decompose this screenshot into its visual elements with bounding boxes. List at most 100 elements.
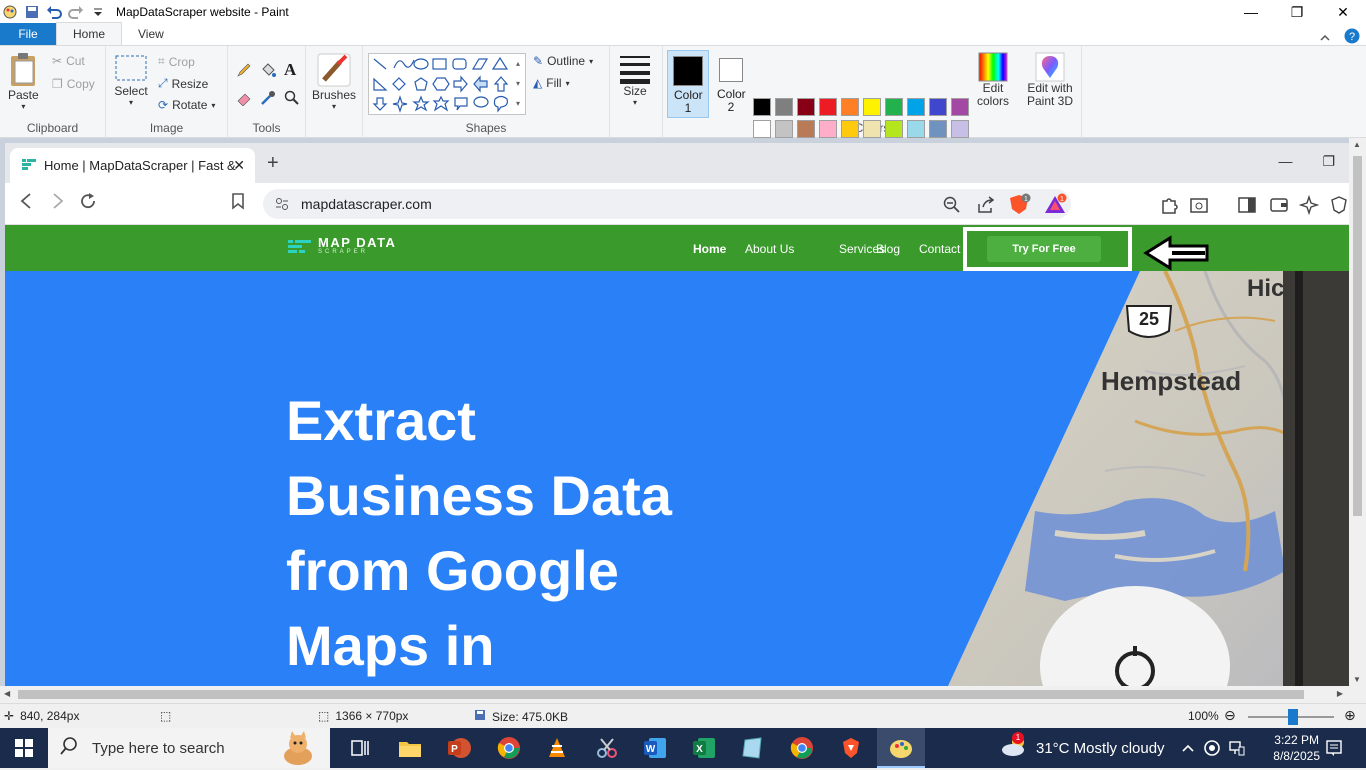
minimize-button[interactable]: — (1228, 0, 1274, 24)
brave-browser-icon[interactable] (837, 734, 865, 762)
vertical-scrollbar[interactable]: ▲ ▼ (1349, 138, 1366, 686)
network-icon[interactable] (1222, 734, 1250, 762)
site-settings-icon[interactable] (275, 197, 289, 214)
taskbar-search-box[interactable]: Type here to search (48, 728, 330, 768)
chrome-profile-icon[interactable] (788, 734, 816, 762)
vlc-icon[interactable] (543, 734, 571, 762)
brushes-button[interactable]: Brushes ▾ (312, 52, 356, 111)
fill-bucket-icon[interactable] (260, 62, 276, 81)
wallet-icon[interactable] (1269, 195, 1289, 218)
nav-blog[interactable]: Blog (876, 242, 900, 256)
excel-icon[interactable]: X (690, 734, 718, 762)
palette-swatch[interactable] (863, 98, 881, 116)
scroll-left-icon[interactable]: ◀ (4, 689, 10, 698)
notification-center-icon[interactable] (1320, 734, 1348, 762)
palette-swatch[interactable] (885, 120, 903, 138)
palette-swatch[interactable] (775, 120, 793, 138)
vertical-scroll-thumb[interactable] (1353, 156, 1362, 516)
chrome-icon[interactable] (495, 734, 523, 762)
palette-swatch[interactable] (753, 120, 771, 138)
text-tool-icon[interactable]: A (284, 60, 296, 80)
file-explorer-icon[interactable] (396, 734, 424, 762)
palette-swatch[interactable] (951, 120, 969, 138)
browser-restore-icon[interactable]: ❐ (1322, 153, 1335, 170)
pencil-icon[interactable] (236, 62, 252, 81)
nav-contact[interactable]: Contact (919, 242, 960, 256)
drawing-canvas[interactable]: Home | MapDataScraper | Fast & ✕ + — ❐ m… (5, 143, 1349, 686)
scroll-down-icon[interactable]: ▼ (1353, 675, 1361, 684)
new-tab-icon[interactable]: + (267, 152, 279, 175)
sidebar-icon[interactable] (1237, 195, 1257, 218)
brave-rewards-icon[interactable]: 1 (1043, 193, 1067, 218)
size-button[interactable]: Size ▾ (618, 54, 652, 107)
edit-colors-button[interactable]: Edit colors (975, 52, 1011, 108)
magnifier-icon[interactable] (284, 90, 300, 109)
color-picker-icon[interactable] (260, 90, 276, 109)
extensions-icon[interactable] (1159, 195, 1179, 218)
horizontal-scrollbar[interactable]: ◀ ▶ (0, 686, 1349, 703)
address-bar[interactable]: mapdatascraper.com 1 1 (263, 189, 1071, 219)
palette-swatch[interactable] (841, 98, 859, 116)
tab-file[interactable]: File (0, 23, 56, 45)
color2-button[interactable]: Color 2 (711, 50, 751, 118)
browser-minimize-icon[interactable]: — (1278, 153, 1292, 170)
share-icon[interactable] (977, 196, 995, 217)
tab-close-icon[interactable]: ✕ (233, 157, 245, 174)
zoom-slider-thumb[interactable] (1288, 709, 1298, 725)
shapes-gallery[interactable] (368, 53, 526, 115)
save-icon[interactable] (24, 4, 40, 20)
edit-with-paint3d-button[interactable]: Edit with Paint 3D (1024, 52, 1076, 108)
cut-button[interactable]: ✂ Cut (52, 54, 85, 68)
notes-app-icon[interactable] (739, 734, 767, 762)
palette-swatch[interactable] (753, 98, 771, 116)
zoom-in-button[interactable]: ⊕ (1344, 707, 1356, 724)
browser-tab[interactable]: Home | MapDataScraper | Fast & ✕ (10, 148, 255, 183)
rotate-button[interactable]: ⟳ Rotate ▾ (158, 98, 215, 112)
scroll-up-icon[interactable]: ▲ (1353, 140, 1361, 149)
forward-icon[interactable] (51, 192, 65, 216)
palette-swatch[interactable] (907, 120, 925, 138)
tab-home[interactable]: Home (56, 22, 123, 45)
screenshot-icon[interactable] (1189, 195, 1209, 218)
back-icon[interactable] (19, 192, 33, 216)
snipping-tool-icon[interactable] (593, 734, 621, 762)
eraser-icon[interactable] (236, 90, 252, 109)
palette-swatch[interactable] (819, 120, 837, 138)
palette-swatch[interactable] (951, 98, 969, 116)
brave-shields-icon[interactable]: 1 (1007, 193, 1031, 218)
try-for-free-button[interactable]: Try For Free (987, 236, 1101, 262)
scroll-right-icon[interactable]: ▶ (1337, 689, 1343, 698)
word-icon[interactable]: W (641, 734, 669, 762)
collapse-ribbon-icon[interactable] (1320, 31, 1330, 45)
maximize-button[interactable]: ❐ (1274, 0, 1320, 24)
palette-swatch[interactable] (885, 98, 903, 116)
palette-swatch[interactable] (797, 98, 815, 116)
zoom-out-icon[interactable] (943, 196, 961, 217)
palette-swatch[interactable] (929, 120, 947, 138)
paint-app-icon[interactable] (2, 4, 18, 20)
palette-swatch[interactable] (907, 98, 925, 116)
color1-button[interactable]: Color 1 (667, 50, 709, 118)
leo-ai-icon[interactable] (1298, 194, 1320, 218)
paste-button[interactable]: Paste ▾ (8, 52, 39, 111)
redo-icon[interactable] (68, 4, 84, 20)
zoom-out-button[interactable]: ⊖ (1224, 707, 1236, 724)
tab-view[interactable]: View (122, 23, 180, 45)
palette-swatch[interactable] (929, 98, 947, 116)
outline-button[interactable]: ✎ Outline ▾ (533, 54, 593, 68)
palette-swatch[interactable] (863, 120, 881, 138)
vpn-icon[interactable] (1329, 195, 1349, 218)
reload-icon[interactable] (79, 192, 97, 216)
undo-icon[interactable] (46, 4, 62, 20)
shapes-scroll-icon[interactable]: ▴ ▾ ▾ (516, 54, 520, 114)
taskbar-clock[interactable]: 3:22 PM 8/8/2025 (1273, 732, 1320, 764)
weather-widget[interactable]: 1 31°C Mostly cloudy (1000, 728, 1165, 768)
bookmark-icon[interactable] (231, 192, 245, 216)
crop-button[interactable]: ⌗ Crop (158, 54, 195, 69)
nav-home[interactable]: Home (693, 242, 726, 256)
palette-swatch[interactable] (775, 98, 793, 116)
help-icon[interactable]: ? (1344, 28, 1360, 47)
resize-button[interactable]: ⤢ Resize (158, 76, 208, 91)
paint-taskbar-button[interactable] (877, 728, 925, 768)
customize-qat-icon[interactable] (90, 4, 106, 20)
